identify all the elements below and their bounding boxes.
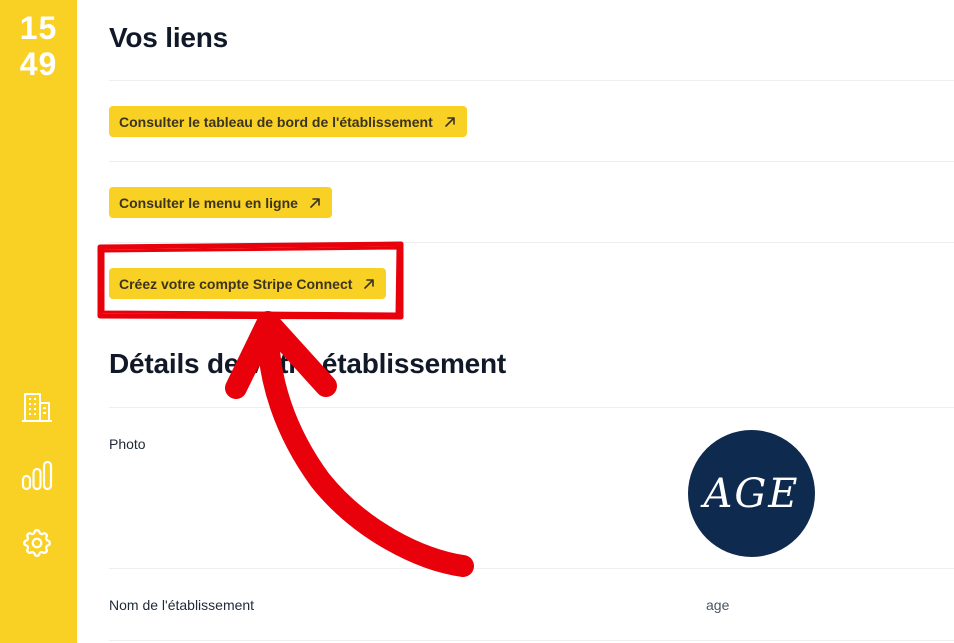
building-icon[interactable]	[18, 388, 56, 426]
online-menu-link-button[interactable]: Consulter le menu en ligne	[109, 187, 332, 218]
photo-label: Photo	[109, 436, 146, 452]
external-link-arrow-icon	[364, 278, 375, 289]
divider	[109, 568, 954, 569]
clock-minutes: 49	[19, 46, 58, 82]
clock-hours: 15	[19, 10, 58, 46]
establishment-name-label: Nom de l'établissement	[109, 597, 255, 613]
main-content: Vos liens Consulter le tableau de bord d…	[109, 0, 954, 643]
external-link-arrow-icon	[444, 116, 455, 127]
external-link-arrow-icon	[310, 197, 320, 208]
clock: 15 49	[0, 10, 77, 82]
divider	[109, 242, 954, 243]
establishment-photo[interactable]: AGE	[688, 430, 815, 557]
divider	[109, 161, 954, 162]
details-section-title: Détails de votre établissement	[109, 348, 507, 379]
bar-chart-icon[interactable]	[18, 456, 56, 494]
divider	[109, 80, 954, 81]
establishment-name-value: age	[706, 597, 730, 613]
avatar-text: AGE	[703, 470, 800, 517]
divider	[109, 407, 954, 408]
gear-icon[interactable]	[18, 524, 56, 562]
dashboard-link-label: Consulter le tableau de bord de l'établi…	[119, 113, 433, 130]
online-menu-link-label: Consulter le menu en ligne	[119, 194, 298, 211]
dashboard-link-button[interactable]: Consulter le tableau de bord de l'établi…	[109, 106, 467, 137]
divider	[109, 640, 954, 641]
links-section-title: Vos liens	[109, 22, 229, 53]
stripe-connect-link-label: Créez votre compte Stripe Connect	[119, 275, 353, 292]
stripe-connect-link-button[interactable]: Créez votre compte Stripe Connect	[109, 268, 387, 299]
sidebar: 15 49	[0, 0, 77, 643]
